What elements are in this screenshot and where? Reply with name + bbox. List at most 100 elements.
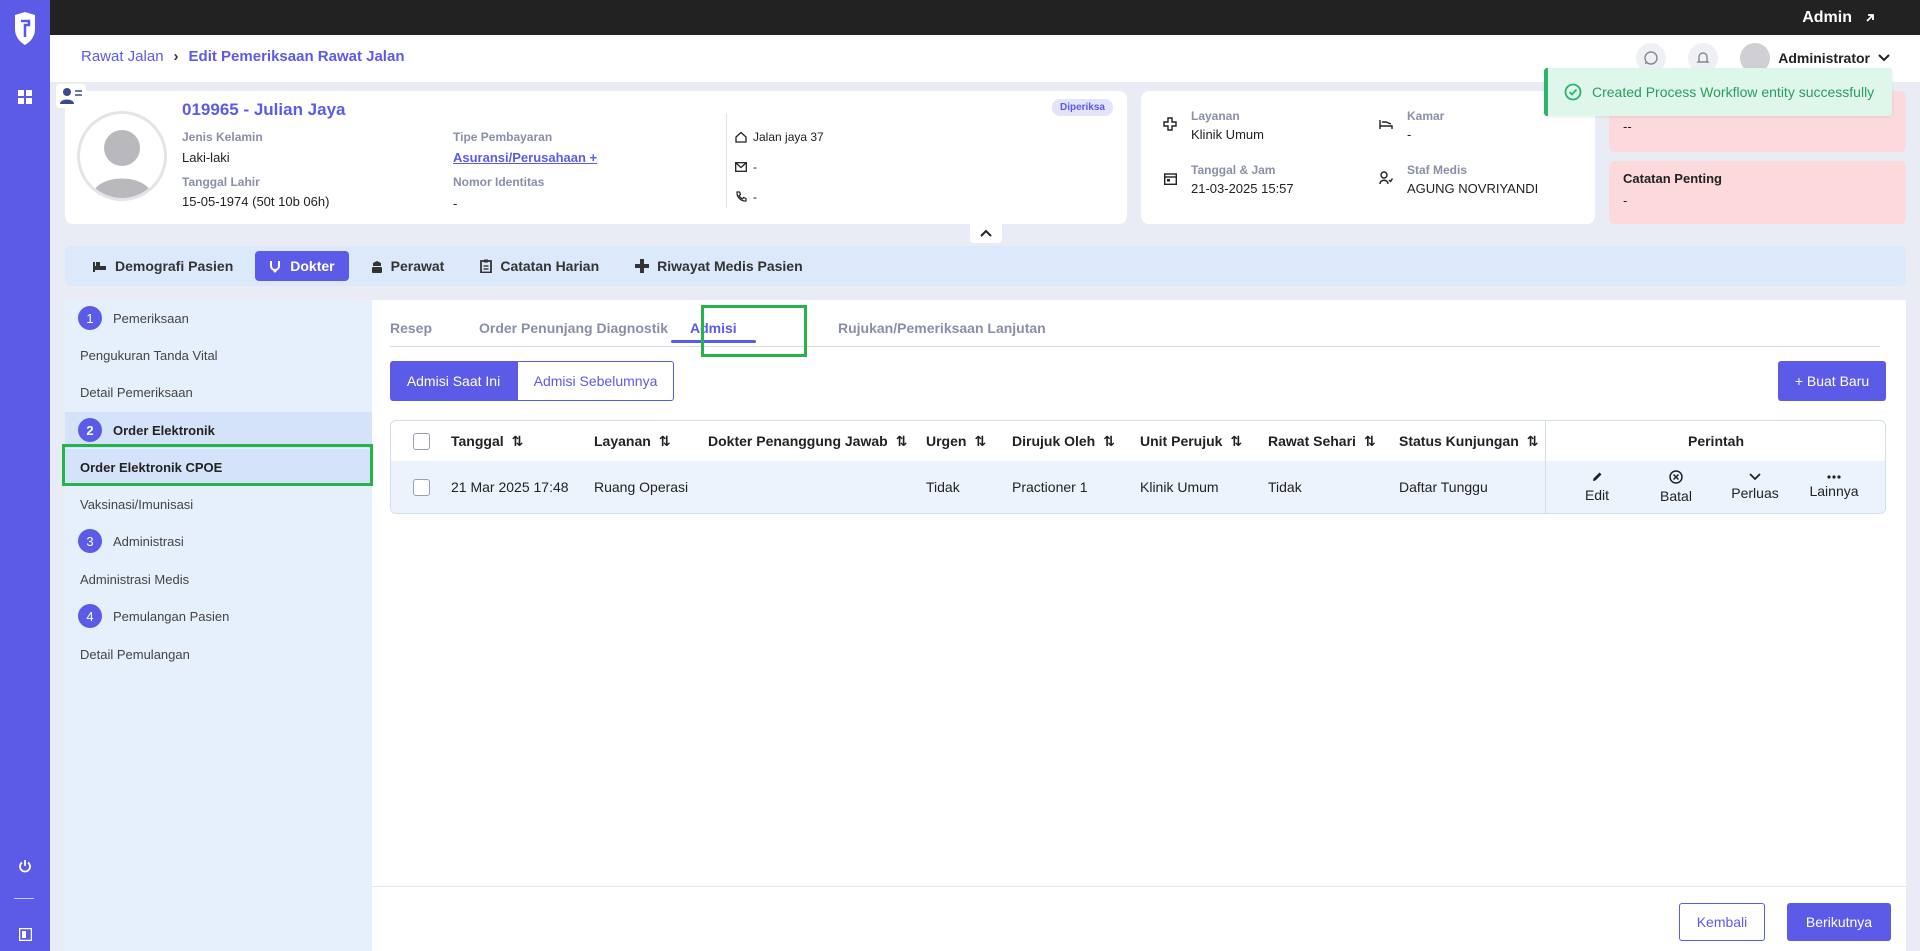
column-label: Unit Perujuk <box>1140 433 1223 449</box>
kamar-label: Kamar <box>1407 109 1445 123</box>
col-urgen[interactable]: Urgen ⇅ <box>926 421 986 461</box>
breadcrumb-chevron-icon: › <box>173 48 179 65</box>
success-toast[interactable]: Created Process Workflow entity successf… <box>1544 68 1892 116</box>
gender-value: Laki-laki <box>182 150 230 165</box>
breadcrumb-parent[interactable]: Rawat Jalan <box>81 48 164 65</box>
left-rail <box>0 0 50 951</box>
datetime-value: 21-03-2025 15:57 <box>1191 181 1294 196</box>
batal-action[interactable]: Batal <box>1641 465 1711 509</box>
power-icon[interactable] <box>15 856 35 876</box>
sort-icon[interactable]: ⇅ <box>659 433 671 450</box>
step-label: Vaksinasi/Imunisasi <box>80 496 194 512</box>
report-icon[interactable] <box>15 924 35 944</box>
step-detail-pemeriksaan[interactable]: Detail Pemeriksaan <box>65 374 372 410</box>
kembali-button[interactable]: Kembali <box>1679 903 1765 941</box>
step-pengukuran-tanda-vital[interactable]: Pengukuran Tanda Vital <box>65 337 372 373</box>
hospital-logo-icon[interactable] <box>11 11 39 47</box>
action-label: Edit <box>1584 487 1610 503</box>
step-label: Order Elektronik CPOE <box>80 459 223 475</box>
step-label: Pengukuran Tanda Vital <box>80 347 218 363</box>
cell-rawat-sehari: Tidak <box>1268 479 1302 495</box>
perluas-action[interactable]: Perluas <box>1720 465 1790 509</box>
pencil-icon <box>1593 472 1602 481</box>
col-status-kunjungan[interactable]: Status Kunjungan ⇅ <box>1399 421 1539 461</box>
buat-baru-button[interactable]: + Buat Baru <box>1778 361 1886 401</box>
footer-bar: Kembali Berikutnya <box>372 886 1906 951</box>
sort-icon[interactable]: ⇅ <box>512 433 524 450</box>
tab-label: Catatan Harian <box>500 258 600 274</box>
tab-demografi-pasien[interactable]: Demografi Pasien <box>79 251 247 281</box>
bed-icon <box>1379 117 1393 131</box>
tab-riwayat-medis-pasien[interactable]: Riwayat Medis Pasien <box>621 251 817 281</box>
address-value: Jalan jaya 37 <box>753 130 824 144</box>
sub-tabs: Resep Order Penunjang Diagnostik Admisi … <box>390 309 1880 347</box>
step-pemulangan-pasien[interactable]: 4 Pemulangan Pasien <box>65 598 372 634</box>
patient-card: 019965 - Julian Jaya Diperiksa Jenis Kel… <box>65 91 1127 224</box>
patient-switch-icon[interactable] <box>56 84 86 108</box>
cell-urgen: Tidak <box>926 479 960 495</box>
payment-link[interactable]: Asuransi/Perusahaan + <box>453 150 597 165</box>
checkbox[interactable] <box>413 478 430 496</box>
step-pemeriksaan[interactable]: 1 Pemeriksaan <box>65 300 372 336</box>
sort-icon[interactable]: ⇅ <box>974 433 986 450</box>
dashboard-grid-icon[interactable] <box>15 87 35 107</box>
toast-message: Created Process Workflow entity successf… <box>1592 84 1875 100</box>
select-all-checkbox[interactable] <box>413 421 430 461</box>
col-layanan[interactable]: Layanan ⇅ <box>594 421 671 461</box>
tab-admisi[interactable]: Admisi <box>671 309 756 347</box>
tab-rujukan-pemeriksaan-lanjutan[interactable]: Rujukan/Pemeriksaan Lanjutan <box>838 309 1046 347</box>
col-dirujuk-oleh[interactable]: Dirujuk Oleh ⇅ <box>1012 421 1115 461</box>
breadcrumb: Rawat Jalan › Edit Pemeriksaan Rawat Jal… <box>81 48 404 65</box>
checkbox[interactable] <box>413 432 430 450</box>
email-value: - <box>753 160 757 174</box>
admin-link[interactable]: Admin <box>1802 9 1876 27</box>
action-label: Batal <box>1660 488 1692 504</box>
gender-label: Jenis Kelamin <box>182 130 263 144</box>
admisi-table: Tanggal ⇅ Layanan ⇅ Dokter Penanggung Jawa… <box>390 420 1886 514</box>
table-row[interactable]: 21 Mar 2025 17:48 Ruang Operasi Tidak Pr… <box>391 461 1885 513</box>
address-row: Jalan jaya 37 <box>735 130 824 144</box>
step-detail-pemulangan[interactable]: Detail Pemulangan <box>65 636 372 672</box>
lainnya-action[interactable]: Lainnya <box>1799 465 1869 509</box>
tab-perawat[interactable]: Perawat <box>357 251 459 281</box>
check-circle-icon <box>1564 83 1582 101</box>
collapse-chevron-up-icon[interactable] <box>970 223 1002 243</box>
chevron-down-icon <box>1749 473 1761 481</box>
step-order-elektronik-cpoe[interactable]: Order Elektronik CPOE <box>65 449 372 485</box>
step-administrasi[interactable]: 3 Administrasi <box>65 523 372 559</box>
tab-catatan-harian[interactable]: Catatan Harian <box>466 251 613 281</box>
datetime-item: Tanggal & Jam 21-03-2025 15:57 <box>1163 163 1294 196</box>
action-label: Perluas <box>1731 485 1779 501</box>
admisi-sebelumnya-button[interactable]: Admisi Sebelumnya <box>517 361 674 401</box>
admisi-saat-ini-button[interactable]: Admisi Saat Ini <box>390 361 517 401</box>
tab-order-penunjang-diagnostik[interactable]: Order Penunjang Diagnostik <box>479 309 668 347</box>
col-unit-perujuk[interactable]: Unit Perujuk ⇅ <box>1140 421 1242 461</box>
rail-divider <box>14 898 34 899</box>
step-label: Detail Pemeriksaan <box>80 384 193 400</box>
datetime-label: Tanggal & Jam <box>1191 163 1276 177</box>
sort-icon[interactable]: ⇅ <box>1527 433 1539 450</box>
column-label: Dokter Penanggung Jawab <box>708 433 888 449</box>
berikutnya-button[interactable]: Berikutnya <box>1787 903 1891 941</box>
sort-icon[interactable]: ⇅ <box>1103 433 1115 450</box>
step-order-elektronik[interactable]: 2 Order Elektronik <box>65 412 372 448</box>
edit-action[interactable]: Edit <box>1562 465 1632 509</box>
col-tanggal[interactable]: Tanggal ⇅ <box>451 421 523 461</box>
dob-value: 15-05-1974 (50t 10b 06h) <box>182 194 330 209</box>
row-checkbox-cell[interactable] <box>413 461 430 513</box>
more-dots-icon <box>1827 475 1841 479</box>
home-icon <box>735 131 747 143</box>
sort-icon[interactable]: ⇅ <box>896 433 908 450</box>
col-rawat-sehari[interactable]: Rawat Sehari ⇅ <box>1268 421 1376 461</box>
cancel-circle-icon <box>1669 470 1683 484</box>
col-dokter-penanggung-jawab[interactable]: Dokter Penanggung Jawab ⇅ <box>708 421 907 461</box>
step-administrasi-medis[interactable]: Administrasi Medis <box>65 561 372 597</box>
tab-resep[interactable]: Resep <box>390 309 432 347</box>
step-vaksinasi-imunisasi[interactable]: Vaksinasi/Imunisasi <box>65 486 372 522</box>
tab-dokter[interactable]: Dokter <box>255 251 349 281</box>
step-label: Order Elektronik <box>113 422 215 438</box>
sort-icon[interactable]: ⇅ <box>1364 433 1376 450</box>
column-label: Status Kunjungan <box>1399 433 1519 449</box>
step-label: Administrasi <box>113 533 184 549</box>
sort-icon[interactable]: ⇅ <box>1230 433 1242 450</box>
